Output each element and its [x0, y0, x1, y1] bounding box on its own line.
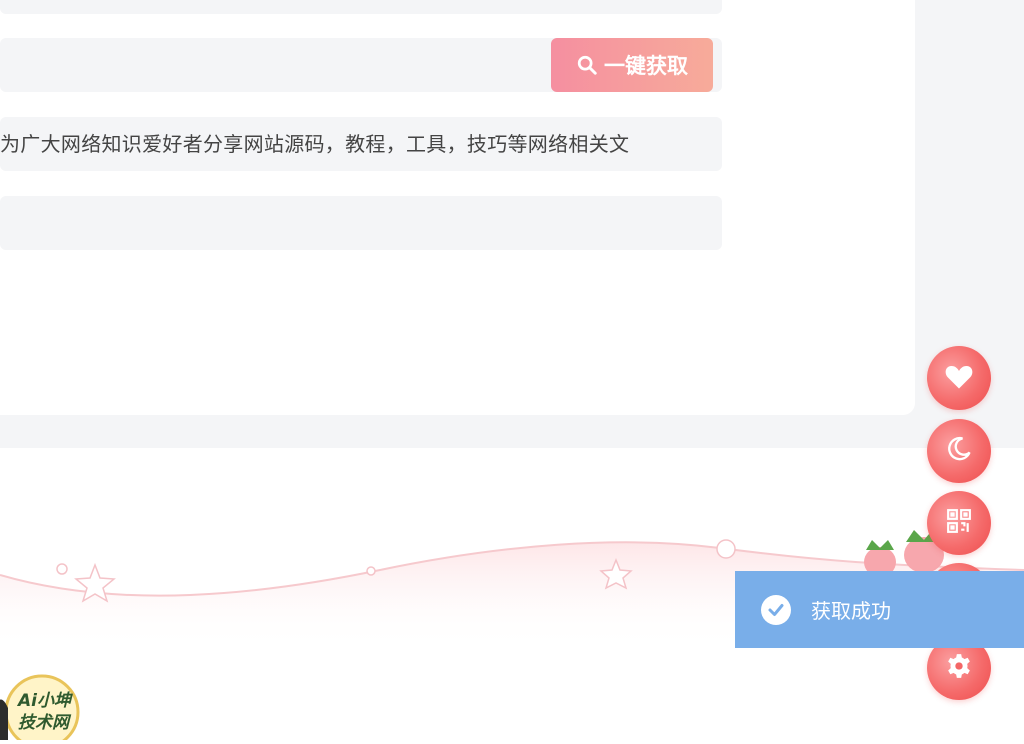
- logo-text-line2: 技术网: [18, 713, 69, 733]
- one-click-fetch-button[interactable]: 一键获取: [551, 38, 713, 92]
- top-input-field[interactable]: [0, 0, 722, 14]
- description-value: 为广大网络知识爱好者分享网站源码，教程，工具，技巧等网络相关文: [0, 132, 630, 156]
- heart-icon: [944, 362, 974, 394]
- description-input-field[interactable]: 为广大网络知识爱好者分享网站源码，教程，工具，技巧等网络相关文: [0, 117, 722, 171]
- moon-icon: [945, 435, 973, 467]
- gear-icon: [946, 653, 972, 683]
- like-button[interactable]: [927, 346, 991, 410]
- toast-message: 获取成功: [811, 599, 891, 623]
- qrcode-icon: [946, 508, 972, 538]
- qrcode-button[interactable]: [927, 491, 991, 555]
- dark-mode-button[interactable]: [927, 419, 991, 483]
- site-logo: Ai小坤 技术网: [0, 670, 84, 744]
- fetch-button-label: 一键获取: [604, 54, 688, 78]
- check-circle-icon: [761, 594, 791, 625]
- search-icon: [576, 54, 598, 76]
- keywords-input-field[interactable]: [0, 196, 722, 250]
- success-toast: 获取成功: [735, 571, 1024, 648]
- form-card: 一键获取 为广大网络知识爱好者分享网站源码，教程，工具，技巧等网络相关文: [0, 0, 915, 415]
